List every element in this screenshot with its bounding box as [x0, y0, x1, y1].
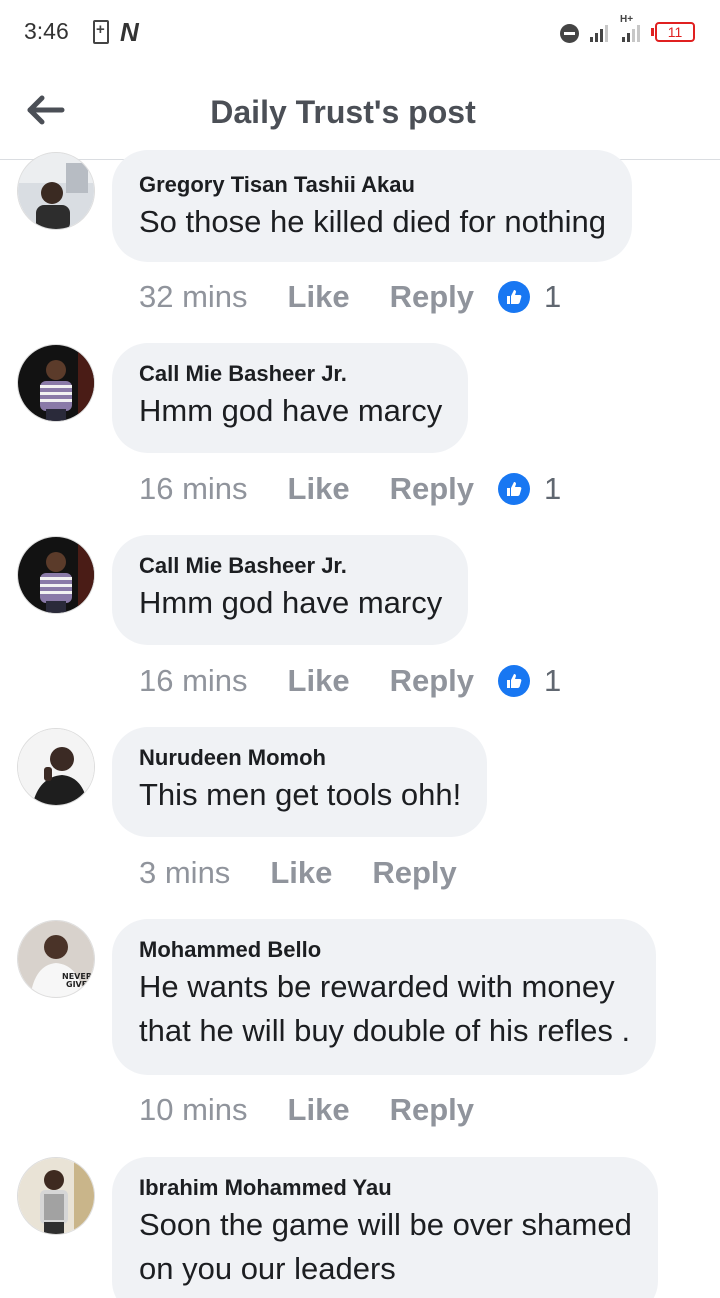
comment-text: Hmm god have marcy: [139, 393, 443, 428]
reply-button[interactable]: Reply: [390, 279, 474, 315]
comment-bubble[interactable]: Call Mie Basheer Jr. Hmm god have marcy: [112, 535, 469, 645]
comment-actions: 16 mins Like Reply 1: [139, 469, 561, 509]
post-header: Daily Trust's post: [0, 64, 720, 160]
thumbs-up-icon[interactable]: [498, 473, 530, 505]
comment-author[interactable]: Call Mie Basheer Jr.: [139, 551, 442, 581]
reply-button[interactable]: Reply: [372, 855, 456, 891]
reaction-count[interactable]: 1: [544, 471, 561, 507]
reaction-count[interactable]: 1: [544, 279, 561, 315]
comment-bubble[interactable]: Gregory Tisan Tashii Akau So those he ki…: [112, 150, 633, 262]
status-bar: 3:46 N H+ 11: [0, 0, 720, 64]
page-title: Daily Trust's post: [210, 94, 476, 130]
battery-icon: 11: [651, 22, 695, 42]
comment-time: 16 mins: [139, 663, 248, 698]
comment-bubble[interactable]: Nurudeen Momoh This men get tools ohh!: [112, 727, 488, 837]
comment-actions: 10 mins Like Reply: [139, 1090, 498, 1130]
reply-button[interactable]: Reply: [390, 471, 474, 507]
comment-author[interactable]: Call Mie Basheer Jr.: [139, 359, 442, 389]
comment-bubble[interactable]: Ibrahim Mohammed Yau Soon the game will …: [112, 1157, 658, 1298]
avatar[interactable]: [17, 536, 95, 614]
comment-author[interactable]: Mohammed Bello: [139, 935, 630, 965]
comment-actions: 32 mins Like Reply 1: [139, 277, 561, 317]
signal-strength-icon-2: [622, 22, 640, 42]
thumbs-up-icon[interactable]: [498, 665, 530, 697]
svg-text:GIVE: GIVE: [66, 980, 87, 989]
notification-app-icon: N: [120, 17, 139, 47]
comment-actions: 16 mins Like Reply 1: [139, 661, 561, 701]
comment-time: 10 mins: [139, 1092, 248, 1127]
comment-time: 3 mins: [139, 855, 231, 890]
comment-text-line-1: He wants be rewarded with money: [139, 969, 615, 1004]
like-button[interactable]: Like: [288, 279, 350, 315]
comment-bubble[interactable]: Call Mie Basheer Jr. Hmm god have marcy: [112, 343, 469, 453]
comment-bubble[interactable]: Mohammed Bello He wants be rewarded with…: [112, 919, 657, 1075]
comment-actions: 3 mins Like Reply: [139, 853, 481, 893]
comment-text-line-1: Soon the game will be over shamed: [139, 1207, 632, 1242]
reply-button[interactable]: Reply: [390, 663, 474, 699]
do-not-disturb-icon: [560, 24, 579, 43]
reaction-count[interactable]: 1: [544, 663, 561, 699]
comment-author[interactable]: Gregory Tisan Tashii Akau: [139, 170, 606, 200]
avatar[interactable]: [17, 344, 95, 422]
comment-author[interactable]: Ibrahim Mohammed Yau: [139, 1173, 632, 1203]
like-button[interactable]: Like: [288, 1092, 350, 1128]
avatar[interactable]: [17, 152, 95, 230]
status-time: 3:46: [24, 18, 69, 44]
battery-saver-icon: [93, 20, 109, 44]
avatar[interactable]: NEVER GIVE: [17, 920, 95, 998]
thumbs-up-icon[interactable]: [498, 281, 530, 313]
avatar[interactable]: [17, 728, 95, 806]
comment-text: So those he killed died for nothing: [139, 204, 607, 239]
comment-time: 16 mins: [139, 471, 248, 506]
like-button[interactable]: Like: [288, 471, 350, 507]
comment-text: Hmm god have marcy: [139, 585, 443, 620]
signal-strength-icon: [590, 22, 608, 42]
avatar[interactable]: [17, 1157, 95, 1235]
comment-author[interactable]: Nurudeen Momoh: [139, 743, 461, 773]
comment-time: 32 mins: [139, 279, 248, 314]
comment-text: This men get tools ohh!: [139, 777, 462, 812]
comment-text-line-2: on you our leaders: [139, 1251, 396, 1286]
like-button[interactable]: Like: [270, 855, 332, 891]
comment-text-line-2: that he will buy double of his refles .: [139, 1013, 631, 1048]
like-button[interactable]: Like: [288, 663, 350, 699]
reply-button[interactable]: Reply: [390, 1092, 474, 1128]
